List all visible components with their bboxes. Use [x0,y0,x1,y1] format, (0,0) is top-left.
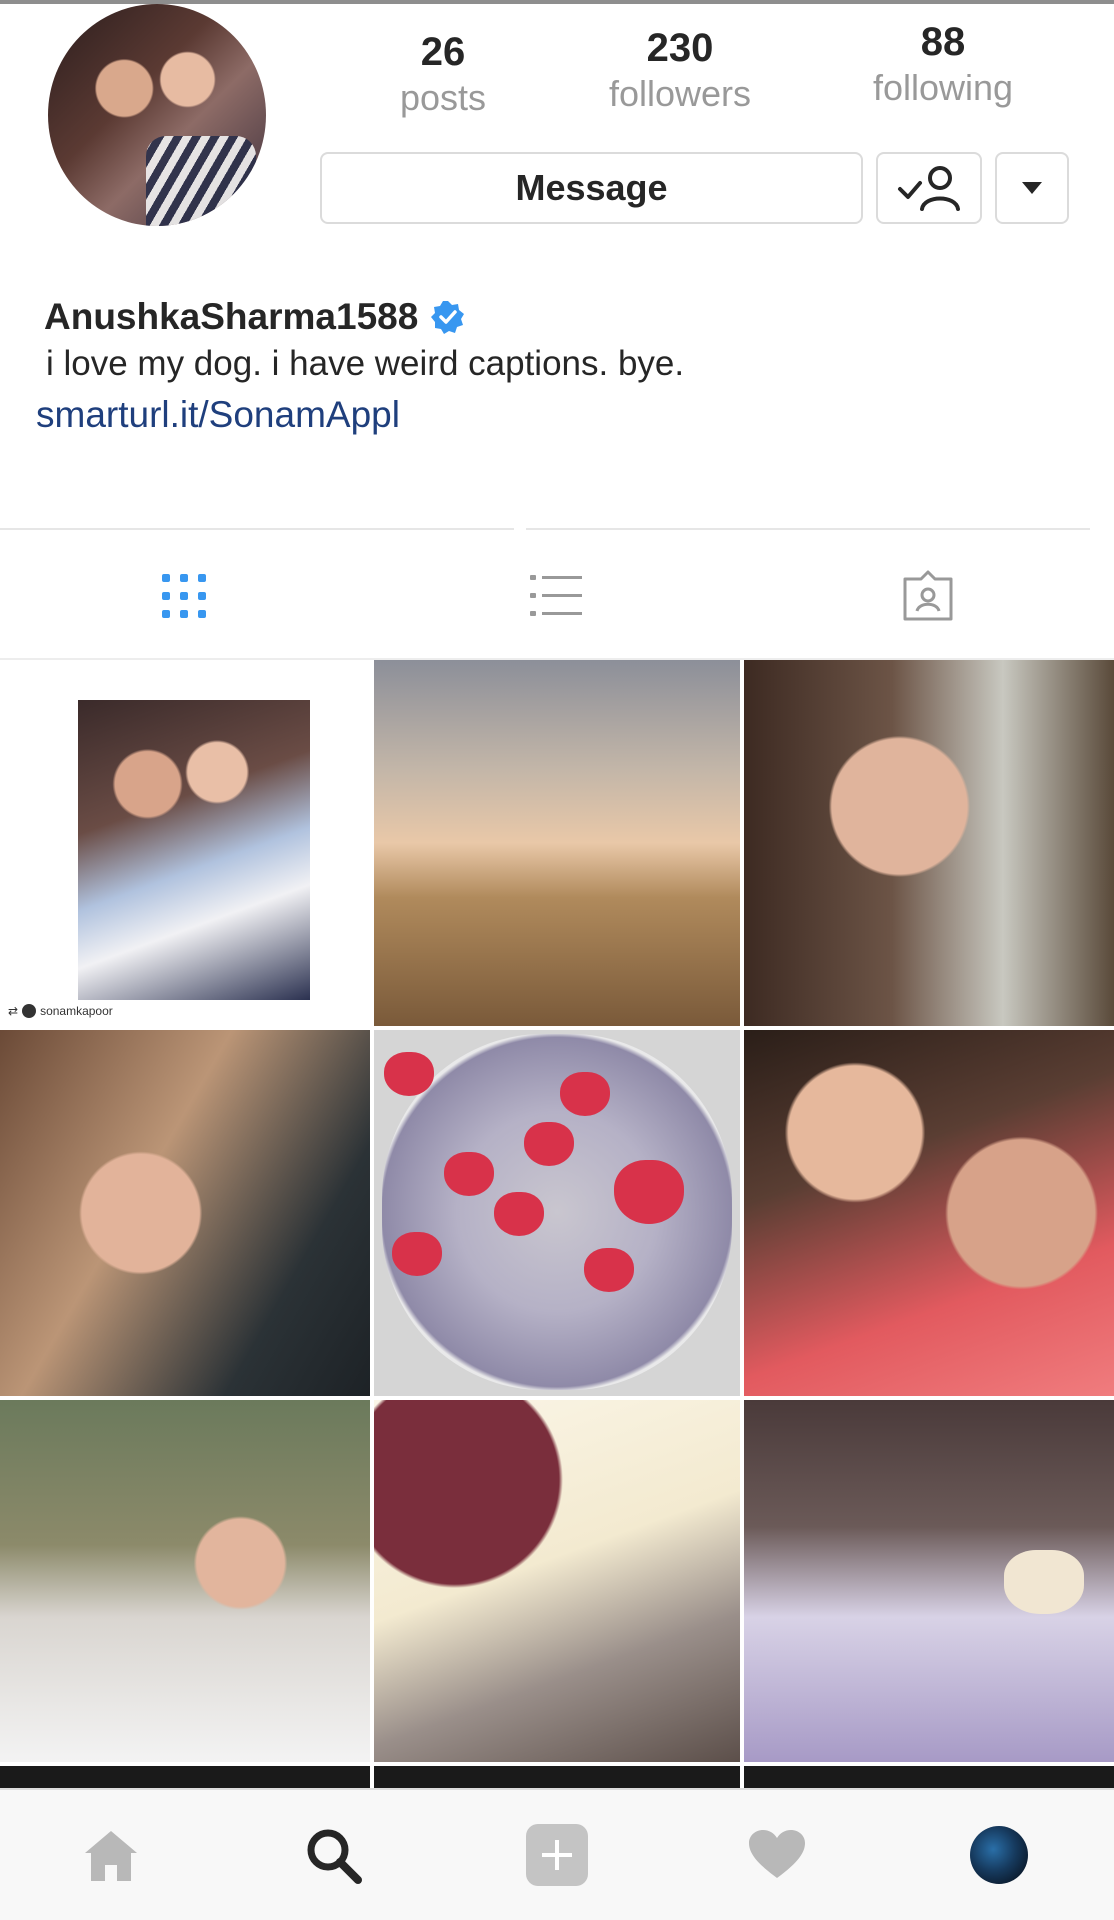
credit-username: sonamkapoor [40,1004,113,1018]
posts-grid: ⇄ sonamkapoor [0,660,1114,1788]
status-strip [0,0,1114,4]
search-icon [307,1829,362,1884]
verified-badge-icon [431,301,465,334]
add-icon [526,1824,588,1886]
post-thumbnail[interactable] [374,660,740,1026]
post-thumbnail[interactable] [374,1400,740,1762]
following-button[interactable] [876,152,982,224]
nav-activity[interactable] [742,1820,812,1890]
followers-stat[interactable]: 230 followers [590,26,770,115]
person-check-icon [898,166,960,211]
post-thumbnail[interactable] [744,660,1114,1026]
strawberry [392,1232,442,1276]
posts-count: 26 [420,30,466,74]
avatar-photo-detail [146,136,256,226]
strawberry [494,1192,544,1236]
message-button[interactable]: Message [320,152,863,224]
strawberry [444,1152,494,1196]
strawberry [614,1160,684,1224]
tagged-icon [903,570,953,621]
profile-avatar-icon [970,1826,1028,1884]
bio-link[interactable]: smarturl.it/SonamAppl [36,394,400,436]
dog-figure [1004,1550,1084,1614]
post-thumbnail[interactable] [744,1030,1114,1396]
following-stat[interactable]: 88 following [858,20,1028,109]
oatmeal-bowl [382,1034,732,1390]
post-thumbnail[interactable] [0,1030,370,1396]
tab-list[interactable] [526,566,586,626]
bottom-nav [0,1788,1114,1920]
following-count: 88 [920,20,966,64]
home-icon [85,1831,137,1881]
following-label: following [872,67,1014,108]
nav-home[interactable] [76,1820,146,1890]
followers-label: followers [608,73,752,114]
credit-avatar [22,1004,37,1018]
heart-icon [749,1830,805,1878]
tab-tagged[interactable] [898,566,958,626]
nav-add[interactable] [522,1820,592,1890]
more-options-button[interactable] [995,152,1069,224]
strawberry [560,1072,610,1116]
tab-grid[interactable] [154,566,214,626]
post-thumbnail-partial[interactable] [374,1766,740,1788]
username: AnushkaSharma1588 [44,296,419,337]
strawberry [584,1248,634,1292]
list-icon [530,575,582,616]
post-thumbnail[interactable] [744,1400,1114,1762]
strawberry [524,1122,574,1166]
section-divider [0,528,514,530]
post-thumbnail[interactable] [0,1400,370,1762]
username-row: AnushkaSharma1588 [44,296,466,338]
section-divider [526,528,1090,530]
post-thumbnail[interactable] [374,1030,740,1396]
regram-photo [78,700,310,1000]
post-thumbnail[interactable]: ⇄ sonamkapoor [0,660,370,1026]
strawberry [384,1052,434,1096]
followers-count: 230 [646,26,714,70]
nav-profile[interactable] [964,1820,1034,1890]
post-thumbnail-partial[interactable] [0,1766,370,1788]
grid-icon [162,574,206,618]
post-thumbnail-partial[interactable] [744,1766,1114,1788]
caret-down-icon [1022,182,1042,194]
nav-search[interactable] [298,1820,368,1890]
bio-text: i love my dog. i have weird captions. by… [46,344,685,383]
posts-label: posts [399,77,487,118]
repost-icon: ⇄ [8,1004,19,1018]
regram-credit: ⇄ sonamkapoor [8,1004,113,1018]
posts-stat: 26 posts [388,30,498,119]
profile-avatar[interactable] [48,4,266,226]
